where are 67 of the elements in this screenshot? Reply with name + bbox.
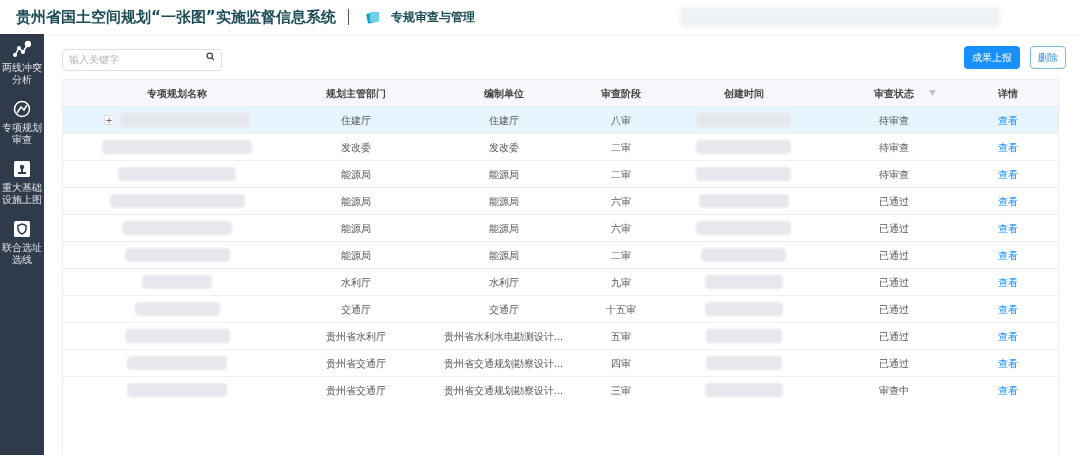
table-cell-text: 交通厅 [488,302,519,317]
search-icon[interactable] [206,52,215,61]
table-cell-text: 能源局 [488,167,519,182]
table-cell-text: 发改委 [341,140,371,155]
table-cell-text: 二审 [611,140,631,155]
table-cell-text: 贵州省水利水电勘测设计... [443,329,564,344]
table-cell-text: 能源局 [341,221,371,236]
blurred-text [142,275,212,289]
cards-icon [365,10,380,24]
table-cell-text: 贵州省交通厅 [326,383,386,398]
table-cell-text: 待审查 [878,140,909,155]
table-cell-text: 能源局 [341,248,371,263]
column-header: 专项规划名称 [147,86,207,101]
module-title: 专规审查与管理 [390,9,475,26]
table-cell-text: 能源局 [341,194,371,209]
search-field[interactable]: 输入关键字 [62,48,222,71]
expand-toggle[interactable]: + [104,115,114,125]
table-cell-text: 五审 [611,329,631,344]
table-cell-text: 四审 [611,356,631,371]
table-cell-text: 已通过 [878,302,909,317]
table-cell-text: 住建厅 [341,113,371,128]
table-cell-text: 已通过 [878,275,909,290]
table-cell-text: 贵州省交通规划勘察设计... [443,356,564,371]
delete-button[interactable]: 删除 [1030,45,1066,69]
system-title: 贵州省国土空间规划“一张图”实施监督信息系统 [16,6,336,28]
column-header: 详情 [997,86,1018,101]
table-cell-text: 二审 [611,167,631,182]
sidebar-item[interactable]: 重大基础设施上图 [0,182,44,206]
table-cell-text: 已通过 [878,248,909,263]
table-cell-text: 已通过 [878,356,909,371]
sidebar-item[interactable]: 专项规划审查 [0,122,44,146]
table-cell-text: 已通过 [878,194,909,209]
stamp-icon [13,160,31,178]
column-header: 规划主管部门 [326,86,386,101]
table-cell-text: 能源局 [488,221,519,236]
table-cell-text: 十五审 [606,302,636,317]
table-cell-text: 八审 [611,113,631,128]
table-cell-text: 六审 [611,194,631,209]
table-cell-text: 审查中 [878,383,909,398]
table-cell-text: 三审 [611,383,631,398]
table-cell-text: 贵州省水利厅 [326,329,386,344]
table-cell-text: 待审查 [878,113,909,128]
table-cell-text: 住建厅 [488,113,519,128]
table-cell-text: 已通过 [878,221,909,236]
network-icon [13,40,31,58]
table-cell-text: 已通过 [878,329,909,344]
table-cell-text: 能源局 [488,194,519,209]
shield-icon [13,220,31,238]
column-header: 创建时间 [723,86,764,101]
sidebar-item[interactable]: 联合选址选线 [0,242,44,266]
table-cell-text: 九审 [611,275,631,290]
table-cell-text: 交通厅 [341,302,371,317]
table-cell-text: 二审 [611,248,631,263]
table-cell-text: 能源局 [341,167,371,182]
table-cell-text: 水利厅 [488,275,519,290]
table-cell-text: 贵州省交通规划勘察设计... [443,383,564,398]
table-cell-text: 六审 [611,221,631,236]
table-cell-text: 能源局 [488,248,519,263]
column-header: 审查状态 [873,86,914,101]
column-header: 编制单位 [483,86,524,101]
table-cell-text: 水利厅 [341,275,371,290]
table-cell-text: 贵州省交通厅 [326,356,386,371]
sidebar-item[interactable]: 两线冲突分析 [0,62,44,86]
table-cell-text: 发改委 [488,140,519,155]
column-header: 审查阶段 [601,86,641,101]
table-cell-text: 待审查 [878,167,909,182]
table-row[interactable]: + 住建厅 住建厅 八审 待审查 查看 [63,106,1058,133]
